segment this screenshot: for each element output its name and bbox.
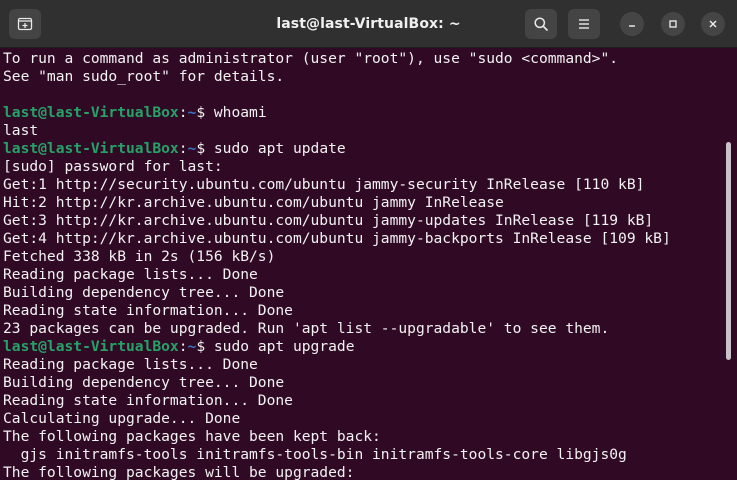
output-line: The following packages have been kept ba… [3, 428, 381, 445]
terminal-window: last@last-VirtualBox: ~ To run a command… [0, 0, 737, 480]
prompt-command: $ whoami [196, 104, 267, 121]
scrollbar-thumb[interactable] [726, 142, 731, 360]
prompt-path: ~ [187, 338, 197, 355]
output-line: [sudo] password for last: [3, 158, 223, 175]
prompt-path: ~ [187, 104, 197, 121]
output-line: Reading state information... Done [3, 302, 293, 319]
output-line: Calculating upgrade... Done [3, 410, 241, 427]
output-line: Get:1 http://security.ubuntu.com/ubuntu … [3, 176, 645, 193]
minimize-icon [629, 25, 635, 27]
output-line: Building dependency tree... Done [3, 284, 285, 301]
prompt-user-host: last@last-VirtualBox [3, 140, 179, 157]
prompt-line: last@last-VirtualBox:~$ sudo apt upgrade [3, 338, 737, 356]
prompt-line: last@last-VirtualBox:~$ sudo apt update [3, 140, 737, 158]
title-bar[interactable]: last@last-VirtualBox: ~ [0, 0, 737, 48]
prompt-path: ~ [187, 140, 197, 157]
prompt-colon: : [178, 104, 188, 121]
output-line: Reading state information... Done [3, 392, 293, 409]
output-line: Building dependency tree... Done [3, 374, 285, 391]
prompt-line: last@last-VirtualBox:~$ whoami [3, 104, 737, 122]
prompt-user-host: last@last-VirtualBox [3, 104, 179, 121]
output-line: To run a command as administrator (user … [3, 50, 619, 67]
prompt-colon: : [178, 338, 188, 355]
terminal-output[interactable]: To run a command as administrator (user … [0, 48, 737, 480]
search-button[interactable] [525, 9, 557, 39]
output-line: Get:4 http://kr.archive.ubuntu.com/ubunt… [3, 230, 671, 247]
output-line: The following packages will be upgraded: [3, 464, 355, 480]
minimize-button[interactable] [620, 12, 644, 36]
output-line: last [3, 122, 39, 139]
output-line: gjs initramfs-tools initramfs-tools-bin … [3, 446, 627, 463]
prompt-command: $ sudo apt upgrade [196, 338, 355, 355]
hamburger-menu-icon [579, 19, 589, 29]
prompt-user-host: last@last-VirtualBox [3, 338, 179, 355]
prompt-command: $ sudo apt update [196, 140, 346, 157]
prompt-colon: : [178, 140, 188, 157]
output-line: Get:3 http://kr.archive.ubuntu.com/ubunt… [3, 212, 654, 229]
output-line: 23 packages can be upgraded. Run 'apt li… [3, 320, 610, 337]
search-icon [534, 17, 548, 31]
output-line: Fetched 338 kB in 2s (156 kB/s) [3, 248, 276, 265]
maximize-icon [669, 20, 677, 28]
maximize-button[interactable] [661, 12, 685, 36]
output-line: Reading package lists... Done [3, 356, 258, 373]
output-line: Reading package lists... Done [3, 266, 258, 283]
close-icon [709, 20, 717, 28]
output-line: Hit:2 http://kr.archive.ubuntu.com/ubunt… [3, 194, 504, 211]
menu-button[interactable] [568, 9, 600, 39]
close-button[interactable] [701, 12, 725, 36]
output-line: See "man sudo_root" for details. [3, 68, 285, 85]
